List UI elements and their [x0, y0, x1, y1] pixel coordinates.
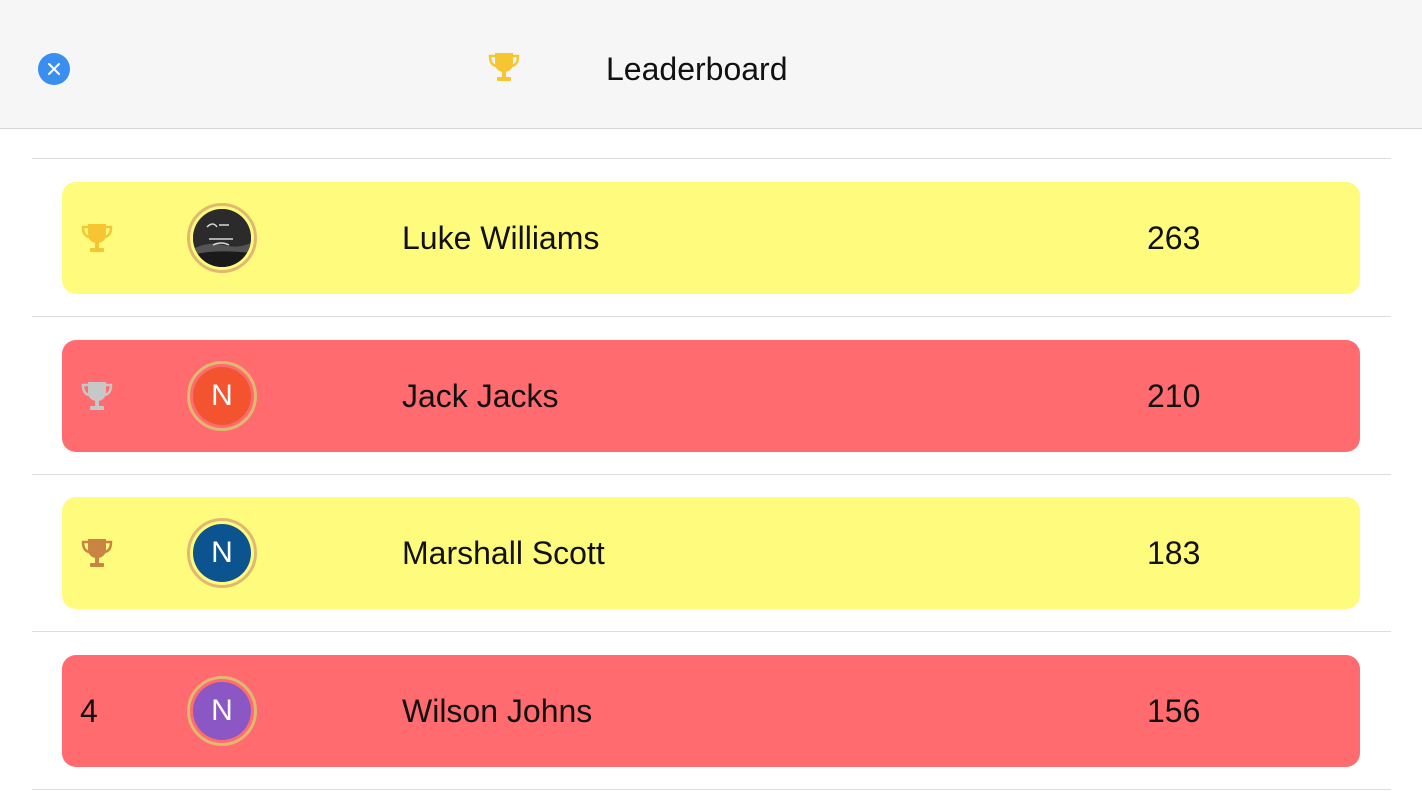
leaderboard-row[interactable]: N Marshall Scott 183 [62, 497, 1360, 609]
avatar-initial: N [193, 682, 251, 740]
divider [32, 631, 1391, 632]
rank-indicator [80, 533, 116, 573]
avatar: N [187, 361, 257, 431]
leaderboard-row[interactable]: N Jack Jacks 210 [62, 340, 1360, 452]
trophy-icon [488, 53, 520, 81]
player-score: 156 [1147, 693, 1201, 729]
avatar-photo [193, 209, 251, 267]
divider [32, 158, 1391, 159]
avatar [187, 203, 257, 273]
divider [32, 789, 1391, 790]
divider [32, 474, 1391, 475]
leaderboard-row[interactable]: 4 N Wilson Johns 156 [62, 655, 1360, 767]
photo-image [193, 209, 251, 267]
close-icon [48, 63, 60, 75]
player-score: 183 [1147, 535, 1201, 571]
bronze-trophy-icon [81, 539, 113, 567]
divider [32, 316, 1391, 317]
player-name: Jack Jacks [402, 378, 559, 414]
player-name: Luke Williams [402, 220, 600, 256]
navigation-header: Leaderboard [0, 0, 1422, 129]
gold-trophy-icon [81, 224, 113, 252]
rank-indicator [80, 376, 116, 416]
page-title: Leaderboard [606, 51, 788, 87]
rank-indicator [80, 218, 116, 258]
avatar-initial: N [193, 367, 251, 425]
player-score: 263 [1147, 220, 1201, 256]
player-score: 210 [1147, 378, 1201, 414]
player-name: Wilson Johns [402, 693, 593, 729]
rank-number: 4 [80, 692, 98, 729]
close-button[interactable] [38, 53, 70, 85]
avatar: N [187, 518, 257, 588]
avatar-initial: N [193, 524, 251, 582]
player-name: Marshall Scott [402, 535, 605, 571]
leaderboard-row[interactable]: Luke Williams 263 [62, 182, 1360, 294]
rank-indicator: 4 [80, 691, 116, 731]
silver-trophy-icon [81, 382, 113, 410]
avatar: N [187, 676, 257, 746]
